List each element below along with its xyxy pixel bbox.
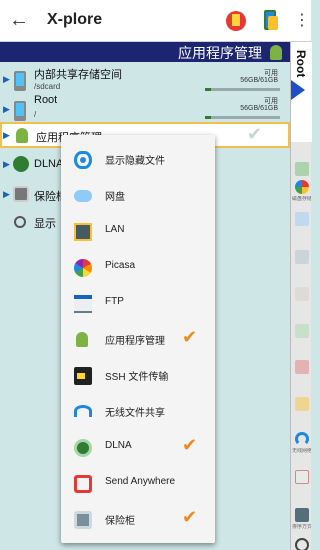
pane-tab-label: Root — [294, 50, 308, 78]
right-toolbar: Root 磁盘存储区域 无线网络服务器 排序方式 — [290, 42, 312, 550]
cloud-icon — [74, 190, 92, 202]
search-icon — [294, 538, 309, 550]
check-icon: ✔ — [182, 327, 198, 347]
menu-item-label: FTP — [105, 296, 124, 307]
vault-icon — [13, 186, 29, 202]
bookmark-icon[interactable] — [226, 10, 246, 32]
lan-icon — [74, 223, 92, 241]
android-icon — [74, 331, 92, 349]
menu-item-ssh[interactable]: SSH 文件传输 — [61, 358, 215, 394]
rename-button[interactable] — [292, 212, 311, 226]
expand-arrow-icon[interactable]: ▶ — [3, 104, 10, 115]
storage-path: /sdcard — [34, 82, 61, 91]
zip-icon — [294, 324, 309, 338]
pane-switch-arrow-icon — [291, 80, 305, 100]
menu-item-cloud[interactable]: 网盘 — [61, 178, 215, 214]
new-folder-icon — [294, 397, 309, 411]
back-arrow-icon[interactable]: ← — [8, 9, 30, 31]
menu-item-ftp[interactable]: FTP — [61, 286, 215, 322]
ftp-icon — [74, 295, 92, 313]
menu-item-app-manager[interactable]: 应用程序管理 ✔ — [61, 322, 215, 358]
picasa-icon — [74, 259, 92, 277]
menu-item-label: LAN — [105, 224, 125, 235]
menu-item-label: SSH 文件传输 — [105, 372, 169, 383]
expand-arrow-icon[interactable]: ▶ — [3, 189, 10, 200]
menu-item-label: Picasa — [105, 260, 136, 271]
show-options-menu: 显示隐藏文件 网盘 LAN Picasa FTP 应用程序管理 ✔ SSH 文件… — [61, 135, 215, 543]
ssh-terminal-icon — [74, 367, 92, 385]
menu-item-send-anywhere[interactable]: Send Anywhere — [61, 466, 215, 502]
pane-header: 应用程序管理 — [0, 42, 290, 62]
wifi-share-icon — [74, 405, 92, 417]
storage-usage-bar — [205, 88, 280, 91]
vault-icon — [74, 511, 92, 529]
phone-storage-icon — [14, 71, 26, 91]
sidebar-button-label: 排序方式 — [292, 524, 311, 530]
storage-usage-bar — [205, 116, 280, 119]
android-icon — [14, 127, 30, 143]
menu-item-label: Send Anywhere — [105, 476, 176, 487]
dlna-icon — [74, 439, 92, 457]
check-icon: ✔ — [247, 124, 263, 144]
phone-storage-icon — [14, 101, 26, 121]
wifi-icon — [294, 432, 309, 446]
storage-size: 56GB/61GB — [240, 105, 278, 112]
android-icon — [268, 44, 284, 60]
storage-size: 56GB/61GB — [240, 77, 278, 84]
dlna-icon — [13, 156, 29, 172]
new-file-button[interactable] — [292, 470, 311, 484]
copy-icon — [294, 162, 309, 176]
check-icon: ✔ — [182, 435, 198, 455]
clipboard-button[interactable] — [292, 287, 311, 301]
expand-arrow-icon[interactable]: ▶ — [3, 130, 10, 141]
sort-icon — [294, 508, 309, 522]
sidebar-button-label: 无线网络服务器 — [292, 448, 311, 454]
sort-button[interactable]: 排序方式 — [292, 508, 311, 530]
menu-item-lan[interactable]: LAN — [61, 214, 215, 250]
row-name: 显示 — [34, 218, 56, 230]
storage-name: Root — [34, 94, 58, 106]
zip-button[interactable] — [292, 324, 311, 338]
check-icon: ✔ — [182, 507, 198, 527]
menu-item-label: 网盘 — [105, 192, 125, 203]
disk-map-button[interactable]: 磁盘存储区域 — [292, 180, 311, 202]
app-bar: ← X-plore ⋮ — [0, 0, 311, 42]
eye-icon — [74, 151, 92, 169]
menu-item-label: 应用程序管理 — [105, 336, 165, 347]
menu-item-label: 保险柜 — [105, 516, 135, 527]
row-name: DLNA — [34, 158, 64, 170]
device-switch-icon[interactable] — [261, 10, 281, 32]
send-anywhere-icon — [74, 475, 92, 493]
menu-item-wifi-share[interactable]: 无线文件共享 — [61, 394, 215, 430]
wifi-server-button[interactable]: 无线网络服务器 — [292, 432, 311, 454]
menu-item-label: DLNA — [105, 440, 132, 451]
search-button[interactable] — [292, 538, 311, 550]
new-folder-button[interactable] — [292, 397, 311, 411]
pane-header-title: 应用程序管理 — [178, 45, 262, 61]
delete-icon — [294, 360, 309, 374]
sidebar-button-label: 磁盘存储区域 — [292, 196, 311, 202]
menu-item-vault[interactable]: 保险柜 ✔ — [61, 502, 215, 538]
rename-icon — [294, 212, 309, 226]
menu-item-dlna[interactable]: DLNA ✔ — [61, 430, 215, 466]
copy-button[interactable] — [292, 162, 311, 176]
gear-icon — [14, 216, 26, 228]
menu-item-label: 无线文件共享 — [105, 408, 165, 419]
menu-item-picasa[interactable]: Picasa — [61, 250, 215, 286]
menu-item-label: 显示隐藏文件 — [105, 156, 165, 167]
duplicate-button[interactable] — [292, 250, 311, 264]
app-title: X-plore — [47, 11, 103, 28]
duplicate-icon — [294, 250, 309, 264]
new-file-icon — [294, 470, 309, 484]
disk-map-icon — [294, 180, 309, 194]
storage-name: 内部共享存储空间 — [34, 69, 122, 81]
expand-arrow-icon[interactable]: ▶ — [3, 159, 10, 170]
menu-item-show-hidden[interactable]: 显示隐藏文件 — [61, 142, 215, 178]
expand-arrow-icon[interactable]: ▶ — [3, 74, 10, 85]
more-options-icon[interactable]: ⋮ — [294, 10, 310, 32]
pane-tab-root[interactable]: Root — [291, 42, 312, 142]
storage-path: / — [34, 110, 37, 119]
delete-button[interactable] — [292, 360, 311, 374]
clipboard-icon — [294, 287, 309, 301]
